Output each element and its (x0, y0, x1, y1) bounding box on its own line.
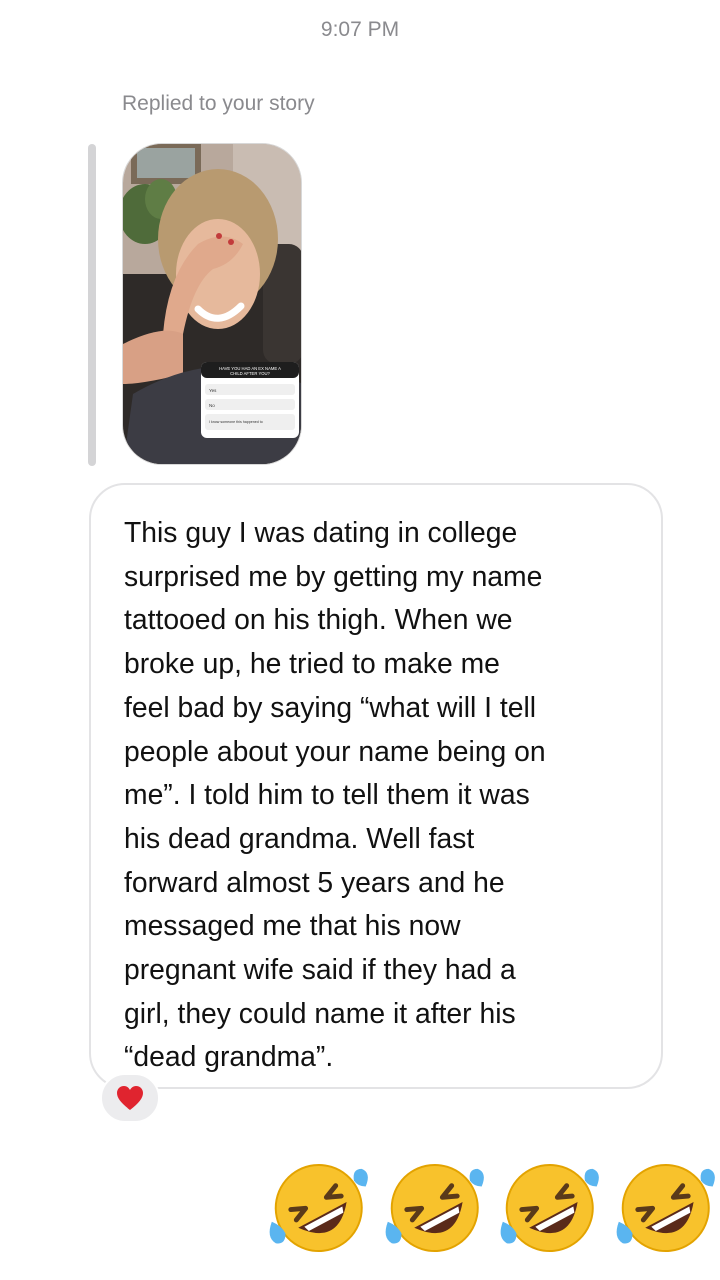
timestamp: 9:07 PM (320, 18, 400, 41)
story-reply-label: Replied to your story (122, 92, 315, 115)
poll-option: No (209, 403, 215, 408)
message-bubble[interactable]: This guy I was dating in college surpris… (89, 483, 663, 1089)
reply-indicator-bar (88, 144, 96, 466)
poll-question-line2: CHILD AFTER YOU? (230, 371, 270, 376)
rolling-laughing-emoji-icon (500, 1164, 599, 1252)
poll-option: I know someone this happened to (209, 420, 263, 424)
heart-icon (117, 1086, 143, 1110)
rolling-laughing-emoji-icon (269, 1164, 368, 1252)
rolling-laughing-emoji-icon (385, 1164, 484, 1252)
message-text: This guy I was dating in college surpris… (124, 516, 546, 1073)
emoji-reply-row[interactable] (264, 1152, 720, 1264)
story-thumbnail[interactable]: HAVE YOU HAD AN EX NAME A CHILD AFTER YO… (122, 143, 302, 465)
rolling-laughing-emoji-icon (616, 1164, 715, 1252)
poll-option: Yes (209, 388, 217, 393)
heart-reaction[interactable] (100, 1073, 160, 1123)
